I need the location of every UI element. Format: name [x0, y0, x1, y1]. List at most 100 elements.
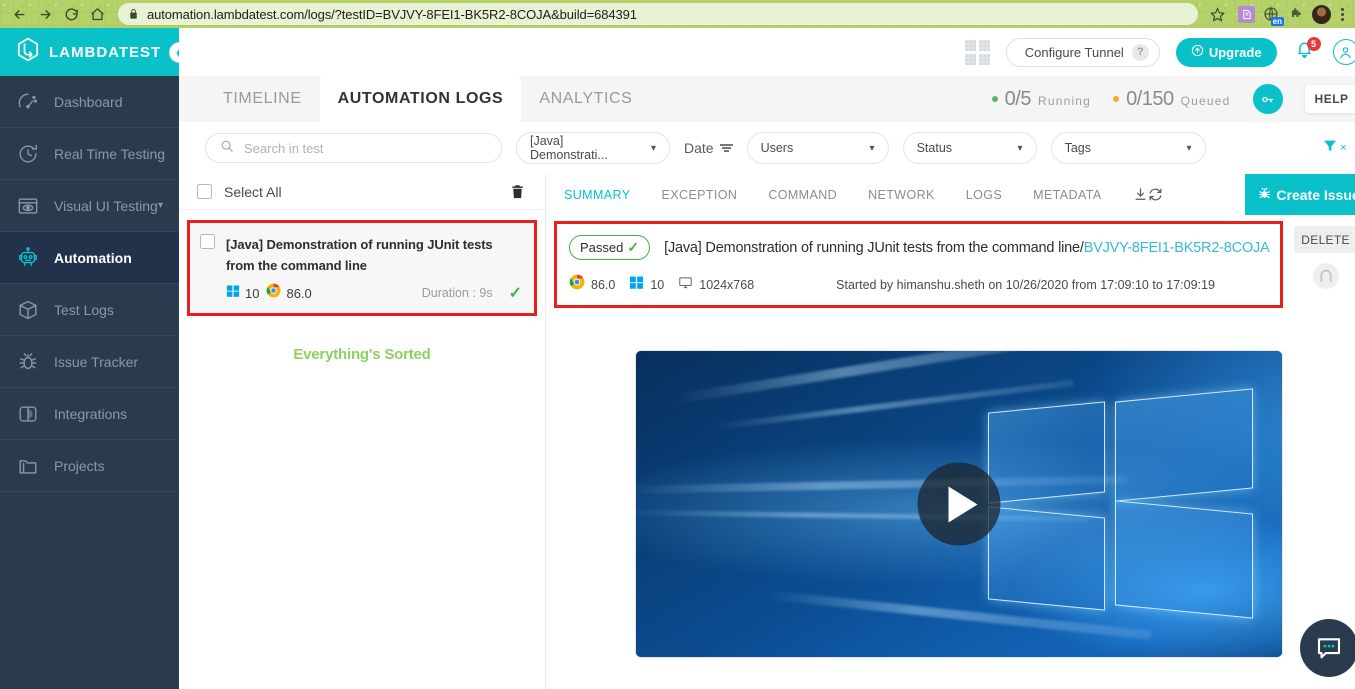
filter-bar: [Java] Demonstrati... ▾ Date Users ▾ Sta…: [179, 122, 1355, 174]
test-list-pane: Select All [Java] Demonstration of runni…: [179, 174, 546, 689]
upgrade-arrow-icon: [1191, 44, 1204, 60]
create-issue-button[interactable]: Create Issue: [1245, 174, 1355, 215]
extension-translate-icon[interactable]: en: [1262, 5, 1280, 23]
status-select[interactable]: Status ▾: [903, 132, 1037, 164]
extension-purple-icon[interactable]: [1237, 5, 1255, 23]
play-icon[interactable]: [918, 463, 1001, 546]
everything-sorted-message: Everything's Sorted: [179, 346, 545, 363]
status-badge: Passed ✓: [569, 235, 650, 260]
detail-tab-command[interactable]: COMMAND: [768, 174, 837, 215]
date-filter[interactable]: Date: [684, 140, 733, 156]
help-question-icon[interactable]: ?: [1132, 44, 1149, 61]
content-sheet: [Java] Demonstrati... ▾ Date Users ▾ Sta…: [179, 122, 1355, 689]
user-avatar-icon[interactable]: [1333, 39, 1355, 65]
chevron-down-icon: ▾: [1018, 143, 1023, 154]
tags-select[interactable]: Tags ▾: [1051, 132, 1206, 164]
browser-profile-avatar[interactable]: [1312, 5, 1331, 24]
select-all-row: Select All: [179, 174, 545, 210]
configure-tunnel-button[interactable]: Configure Tunnel ?: [1006, 38, 1160, 67]
extension-puzzle-icon[interactable]: [1287, 5, 1305, 23]
test-item-browser-version: 86.0: [286, 286, 311, 301]
bug-icon: [1257, 186, 1272, 204]
sidebar-item-projects[interactable]: Projects: [0, 440, 179, 492]
sidebar-item-label: Automation: [54, 250, 132, 266]
notification-badge: 5: [1307, 37, 1321, 51]
logs-split-view: Select All [Java] Demonstration of runni…: [179, 174, 1355, 689]
search-input-wrapper[interactable]: [205, 133, 502, 163]
sidebar-item-label: Dashboard: [54, 94, 123, 110]
sidebar: LAMBDATEST ❮ Dashboard Real Time Testing…: [0, 28, 179, 689]
apps-grid-icon[interactable]: [965, 40, 990, 65]
back-arrow-icon[interactable]: [6, 1, 32, 27]
test-list-item[interactable]: [Java] Demonstration of running JUnit te…: [187, 220, 537, 316]
trash-icon[interactable]: [510, 183, 525, 200]
chevron-down-icon: ▾: [651, 143, 656, 154]
status-counters: 0/5 Running 0/150 Queued HELP: [992, 76, 1355, 122]
detail-os-version: 10: [650, 278, 664, 292]
started-by-text: Started by himanshu.sheth on 10/26/2020 …: [836, 278, 1215, 292]
test-item-checkbox[interactable]: [200, 234, 215, 249]
folder-icon: [17, 455, 43, 477]
test-id-link[interactable]: BVJVY-8FEI1-BK5R2-8COJA: [1084, 240, 1270, 256]
lang-badge: en: [1271, 17, 1284, 26]
test-item-meta: 10 86.0 Duration : 9s ✓: [200, 283, 522, 303]
key-icon[interactable]: [1253, 84, 1283, 114]
clear-filters-button[interactable]: ×: [1322, 138, 1346, 159]
upgrade-button[interactable]: Upgrade: [1176, 38, 1277, 67]
test-name-select[interactable]: [Java] Demonstrati... ▾: [516, 132, 670, 164]
test-summary-header: Passed ✓ [Java] Demonstration of running…: [554, 221, 1283, 308]
tab-automation-logs[interactable]: AUTOMATION LOGS: [320, 76, 522, 122]
tab-timeline[interactable]: TIMELINE: [205, 76, 320, 122]
create-issue-label: Create Issue: [1276, 187, 1355, 203]
sidebar-item-test-logs[interactable]: Test Logs: [0, 284, 179, 336]
chat-bubble-icon[interactable]: [1300, 619, 1355, 677]
tags-select-value: Tags: [1065, 141, 1091, 155]
select-all-checkbox[interactable]: [197, 184, 212, 199]
test-item-os-version: 10: [245, 286, 259, 301]
download-icon[interactable]: [1133, 174, 1148, 215]
home-icon[interactable]: [84, 1, 110, 27]
forward-arrow-icon[interactable]: [32, 1, 58, 27]
browser-actions: en: [1204, 1, 1349, 27]
test-video-player[interactable]: [636, 351, 1282, 657]
detail-tab-exception[interactable]: EXCEPTION: [661, 174, 737, 215]
test-detail-title: [Java] Demonstration of running JUnit te…: [664, 240, 1269, 256]
chrome-icon: [569, 274, 585, 295]
configure-tunnel-label: Configure Tunnel: [1025, 45, 1124, 60]
arch-logo-icon[interactable]: [1313, 263, 1339, 289]
test-detail-title-text: [Java] Demonstration of running JUnit te…: [664, 240, 1084, 256]
detail-tab-summary[interactable]: SUMMARY: [564, 174, 630, 215]
address-bar[interactable]: automation.lambdatest.com/logs/?testID=B…: [118, 3, 1198, 25]
delete-button[interactable]: DELETE: [1294, 226, 1355, 253]
notifications-button[interactable]: 5: [1293, 39, 1317, 65]
tab-analytics[interactable]: ANALYTICS: [521, 76, 650, 122]
sidebar-item-real-time-testing[interactable]: Real Time Testing: [0, 128, 179, 180]
star-icon[interactable]: [1204, 1, 1230, 27]
detail-actions: DELETE: [1287, 226, 1355, 289]
refresh-icon[interactable]: [1148, 174, 1163, 215]
sidebar-item-visual-ui-testing[interactable]: Visual UI Testing ▾: [0, 180, 179, 232]
users-select[interactable]: Users ▾: [747, 132, 889, 164]
detail-tab-metadata[interactable]: METADATA: [1033, 174, 1101, 215]
sidebar-item-integrations[interactable]: Integrations: [0, 388, 179, 440]
top-bar: Configure Tunnel ? Upgrade 5: [179, 28, 1355, 76]
select-all-label: Select All: [224, 184, 282, 200]
robot-icon: [17, 247, 43, 269]
reload-icon[interactable]: [58, 1, 84, 27]
status-badge-label: Passed: [580, 240, 623, 255]
sidebar-item-dashboard[interactable]: Dashboard: [0, 76, 179, 128]
detail-tab-logs[interactable]: LOGS: [966, 174, 1002, 215]
sidebar-item-label: Test Logs: [54, 302, 114, 318]
detail-tab-network[interactable]: NETWORK: [868, 174, 935, 215]
browser-menu-icon[interactable]: [1338, 8, 1347, 21]
search-input[interactable]: [244, 141, 487, 156]
browser-toolbar: automation.lambdatest.com/logs/?testID=B…: [0, 0, 1355, 28]
sidebar-item-automation[interactable]: Automation: [0, 232, 179, 284]
help-button[interactable]: HELP: [1305, 85, 1355, 113]
running-value: 0/5: [1005, 88, 1031, 111]
windows-logo-watermark: [985, 391, 1256, 624]
chevron-down-icon: ▾: [158, 200, 163, 211]
brand-logo[interactable]: LAMBDATEST ❮: [0, 28, 179, 76]
sidebar-item-issue-tracker[interactable]: Issue Tracker: [0, 336, 179, 388]
test-detail-pane: SUMMARY EXCEPTION COMMAND NETWORK LOGS M…: [546, 174, 1355, 689]
